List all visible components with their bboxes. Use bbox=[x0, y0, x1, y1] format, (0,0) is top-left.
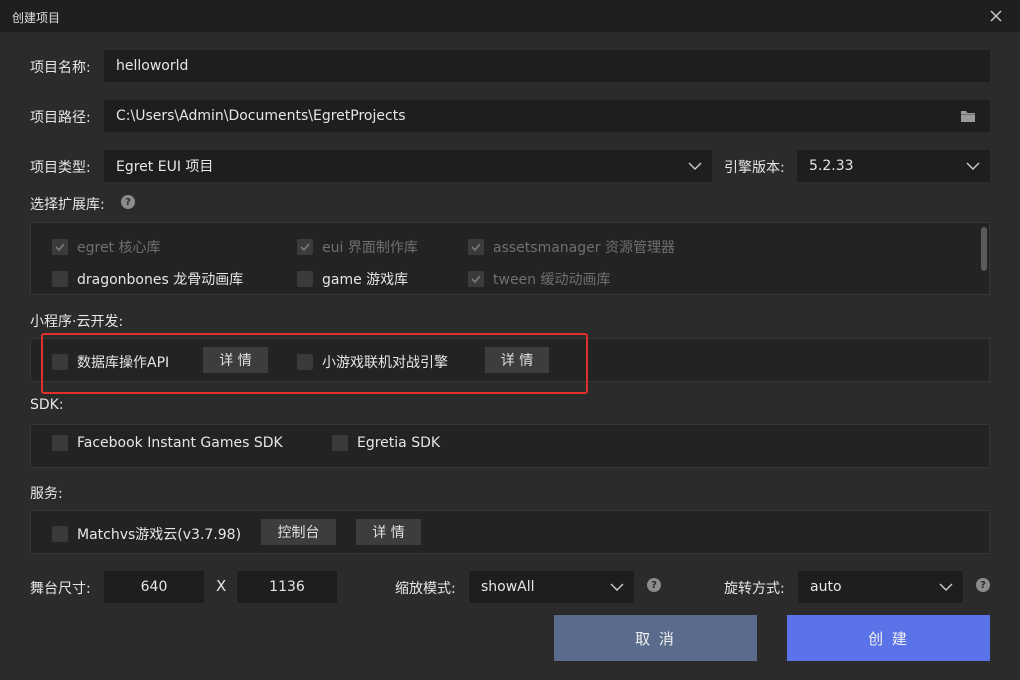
extension-label: egret 核心库 bbox=[77, 240, 161, 256]
engine-version-label: 引擎版本: bbox=[724, 160, 785, 176]
project-path-label: 项目路径: bbox=[30, 110, 91, 126]
extension-checkbox[interactable]: tween 缓动动画库 bbox=[468, 269, 611, 289]
service-checkbox-matchvs[interactable]: Matchvs游戏云(v3.7.98) bbox=[52, 524, 241, 544]
services-label: 服务: bbox=[30, 486, 63, 502]
help-icon[interactable]: ? bbox=[121, 195, 135, 209]
checkbox-box bbox=[297, 239, 313, 255]
orientation-value: auto bbox=[810, 579, 842, 595]
checkbox-box bbox=[332, 435, 348, 451]
sdk-checkbox-egretia[interactable]: Egretia SDK bbox=[332, 435, 440, 451]
service-item-label: Matchvs游戏云(v3.7.98) bbox=[77, 527, 242, 543]
checkbox-box bbox=[468, 239, 484, 255]
project-type-label: 项目类型: bbox=[30, 160, 91, 176]
close-icon bbox=[990, 10, 1002, 22]
chevron-down-icon bbox=[966, 162, 980, 170]
extension-checkbox[interactable]: egret 核心库 bbox=[52, 237, 161, 257]
stage-width-value: 640 bbox=[140, 579, 168, 595]
checkbox-box bbox=[52, 271, 68, 287]
cloud-label: 小程序·云开发: bbox=[30, 314, 124, 330]
orientation-label: 旋转方式: bbox=[724, 581, 785, 597]
extension-checkbox[interactable]: assetsmanager 资源管理器 bbox=[468, 237, 675, 257]
project-path-input[interactable]: C:\Users\Admin\Documents\EgretProjects bbox=[104, 100, 990, 132]
cancel-button[interactable]: 取 消 bbox=[554, 615, 757, 661]
extension-label: eui 界面制作库 bbox=[322, 240, 418, 256]
extension-checkbox[interactable]: eui 界面制作库 bbox=[297, 237, 418, 257]
folder-icon[interactable] bbox=[960, 109, 976, 123]
check-icon bbox=[471, 243, 481, 252]
check-icon bbox=[300, 243, 310, 252]
extension-checkbox[interactable]: dragonbones 龙骨动画库 bbox=[52, 269, 243, 289]
project-type-select[interactable]: Egret EUI 项目 bbox=[104, 150, 712, 182]
help-icon[interactable]: ? bbox=[976, 578, 990, 592]
extensions-scrollbar[interactable] bbox=[981, 227, 987, 271]
close-button[interactable] bbox=[986, 6, 1006, 26]
extension-label: dragonbones 龙骨动画库 bbox=[77, 272, 244, 288]
engine-version-value: 5.2.33 bbox=[809, 158, 854, 174]
project-name-label: 项目名称: bbox=[30, 60, 91, 76]
title-bar: 创建项目 bbox=[0, 0, 1020, 32]
help-icon[interactable]: ? bbox=[647, 578, 661, 592]
scale-mode-select[interactable]: showAll bbox=[469, 571, 634, 603]
console-button[interactable]: 控制台 bbox=[261, 519, 336, 545]
create-button[interactable]: 创 建 bbox=[787, 615, 990, 661]
stage-size-label: 舞台尺寸: bbox=[30, 581, 91, 597]
scale-mode-label: 缩放模式: bbox=[395, 581, 456, 597]
sdk-checkbox-facebook[interactable]: Facebook Instant Games SDK bbox=[52, 435, 283, 451]
stage-height-value: 1136 bbox=[269, 579, 305, 595]
checkbox-box bbox=[468, 271, 484, 287]
sdk-item-label: Facebook Instant Games SDK bbox=[77, 435, 283, 451]
stage-size-separator: X bbox=[216, 577, 227, 595]
checkbox-box bbox=[52, 435, 68, 451]
checkbox-box bbox=[52, 239, 68, 255]
project-path-value: C:\Users\Admin\Documents\EgretProjects bbox=[116, 108, 406, 124]
scale-mode-value: showAll bbox=[481, 579, 535, 595]
window-title: 创建项目 bbox=[12, 11, 61, 25]
chevron-down-icon bbox=[939, 583, 953, 591]
extensions-label: 选择扩展库: bbox=[30, 197, 105, 213]
stage-width-input[interactable]: 640 bbox=[104, 571, 204, 603]
engine-version-select[interactable]: 5.2.33 bbox=[797, 150, 990, 182]
service-detail-button[interactable]: 详 情 bbox=[356, 519, 421, 545]
highlight-box bbox=[41, 333, 588, 394]
check-icon bbox=[55, 243, 65, 252]
checkbox-box bbox=[52, 526, 68, 542]
sdk-label: SDK: bbox=[30, 397, 64, 413]
checkbox-box bbox=[297, 271, 313, 287]
project-name-value: helloworld bbox=[116, 58, 189, 74]
extension-label: game 游戏库 bbox=[322, 272, 409, 288]
extension-label: assetsmanager 资源管理器 bbox=[493, 240, 675, 256]
extension-label: tween 缓动动画库 bbox=[493, 272, 611, 288]
sdk-item-label: Egretia SDK bbox=[357, 435, 441, 451]
extension-checkbox[interactable]: game 游戏库 bbox=[297, 269, 408, 289]
chevron-down-icon bbox=[688, 162, 702, 170]
orientation-select[interactable]: auto bbox=[798, 571, 963, 603]
project-type-value: Egret EUI 项目 bbox=[116, 159, 214, 175]
project-name-input[interactable]: helloworld bbox=[104, 50, 990, 82]
chevron-down-icon bbox=[610, 583, 624, 591]
stage-height-input[interactable]: 1136 bbox=[237, 571, 337, 603]
check-icon bbox=[471, 275, 481, 284]
